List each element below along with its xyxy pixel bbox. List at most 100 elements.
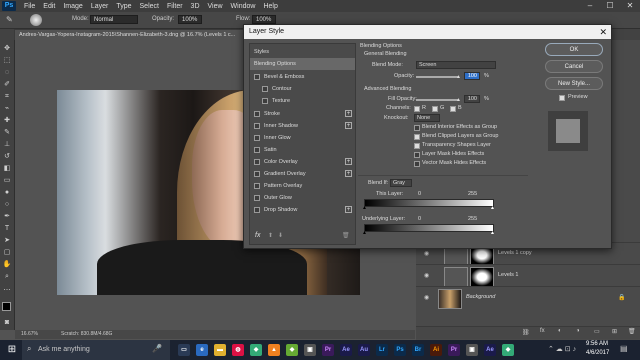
notifications-icon[interactable]: ▤ bbox=[620, 344, 628, 353]
layer-name[interactable]: Levels 1 copy bbox=[498, 250, 532, 256]
delete-layer-icon[interactable]: 🗑 bbox=[628, 328, 636, 335]
style-item-texture[interactable]: Texture bbox=[250, 95, 355, 107]
option-checkbox[interactable] bbox=[414, 134, 420, 140]
lightroom-icon[interactable]: Lr bbox=[376, 344, 388, 356]
style-checkbox[interactable] bbox=[254, 123, 260, 129]
dodge-tool-icon[interactable]: ○ bbox=[2, 200, 12, 209]
move-up-icon[interactable]: ⬆ bbox=[268, 232, 273, 239]
app-icon[interactable]: ◆ bbox=[502, 344, 514, 356]
layer-name[interactable]: Levels 1 bbox=[498, 272, 519, 278]
menu-help[interactable]: Help bbox=[263, 3, 277, 10]
knockout-select[interactable]: None bbox=[414, 114, 440, 122]
style-item-satin[interactable]: Satin bbox=[250, 144, 355, 156]
style-checkbox[interactable] bbox=[254, 207, 260, 213]
after-effects-icon[interactable]: Ae bbox=[340, 344, 352, 356]
brush-size-icon[interactable] bbox=[30, 14, 42, 26]
type-tool-icon[interactable]: T bbox=[2, 224, 12, 233]
add-style-plus-icon[interactable]: + bbox=[345, 110, 352, 117]
path-selection-tool-icon[interactable]: ➤ bbox=[2, 236, 12, 245]
file-explorer-icon[interactable]: ▬ bbox=[214, 344, 226, 356]
style-item-color-overlay[interactable]: Color Overlay + bbox=[250, 156, 355, 168]
zoom-tool-icon[interactable]: ⌕ bbox=[2, 272, 12, 281]
new-style-button[interactable]: New Style... bbox=[545, 77, 603, 90]
minimize-icon[interactable]: – bbox=[580, 0, 600, 12]
menu-file[interactable]: File bbox=[24, 3, 35, 10]
bridge-icon[interactable]: Br bbox=[412, 344, 424, 356]
white-point-handle-icon[interactable]: ▲ bbox=[490, 205, 495, 211]
style-item-drop-shadow[interactable]: Drop Shadow + bbox=[250, 204, 355, 216]
brush-tool-icon[interactable]: ✎ bbox=[2, 128, 12, 137]
move-tool-icon[interactable]: ✥ bbox=[2, 44, 12, 53]
menu-select[interactable]: Select bbox=[140, 3, 159, 10]
underlying-layer-gradient[interactable] bbox=[364, 224, 494, 232]
style-checkbox[interactable] bbox=[254, 183, 260, 189]
preview-checkbox[interactable] bbox=[559, 95, 565, 101]
task-view-icon[interactable]: ▭ bbox=[178, 344, 190, 356]
style-item-pattern-overlay[interactable]: Pattern Overlay bbox=[250, 180, 355, 192]
style-item-contour[interactable]: Contour bbox=[250, 83, 355, 95]
fill-opacity-field[interactable]: 100 bbox=[464, 95, 480, 103]
fill-opacity-slider[interactable] bbox=[416, 99, 458, 101]
style-checkbox[interactable] bbox=[254, 195, 260, 201]
visibility-eye-icon[interactable]: ◉ bbox=[424, 294, 429, 301]
menu-image[interactable]: Image bbox=[63, 3, 82, 10]
cancel-button[interactable]: Cancel bbox=[545, 60, 603, 73]
maximize-icon[interactable]: ☐ bbox=[600, 0, 620, 12]
mode-select[interactable]: Normal bbox=[90, 15, 138, 24]
opacity-input[interactable]: 100% bbox=[178, 15, 202, 24]
menu-layer[interactable]: Layer bbox=[91, 3, 109, 10]
menu-edit[interactable]: Edit bbox=[43, 3, 55, 10]
move-down-icon[interactable]: ⬇ bbox=[278, 232, 283, 239]
slider-handle-icon[interactable]: ▲ bbox=[456, 74, 461, 80]
flow-input[interactable]: 100% bbox=[252, 15, 276, 24]
style-item-inner-shadow[interactable]: Inner Shadow + bbox=[250, 120, 355, 132]
slider-handle-icon[interactable]: ▲ bbox=[456, 97, 461, 103]
menu-type[interactable]: Type bbox=[116, 3, 131, 10]
add-mask-icon[interactable]: ◐ bbox=[558, 328, 562, 334]
crop-tool-icon[interactable]: ⌗ bbox=[2, 92, 12, 101]
audition-icon[interactable]: Au bbox=[358, 344, 370, 356]
style-item-bevel-emboss[interactable]: Bevel & Emboss bbox=[250, 71, 355, 83]
close-window-icon[interactable]: ✕ bbox=[620, 0, 640, 12]
zoom-readout[interactable]: 16.67% bbox=[21, 330, 38, 339]
opacity-field[interactable]: 100 bbox=[464, 72, 480, 80]
layer-row[interactable]: ◉ Levels 1 bbox=[416, 264, 640, 287]
app-icon[interactable]: ▣ bbox=[304, 344, 316, 356]
blur-tool-icon[interactable]: ● bbox=[2, 188, 12, 197]
photoshop-taskbar-icon[interactable]: Ps bbox=[394, 344, 406, 356]
rectangle-tool-icon[interactable]: ▢ bbox=[2, 248, 12, 257]
style-checkbox[interactable] bbox=[262, 86, 268, 92]
hand-tool-icon[interactable]: ✋ bbox=[2, 260, 12, 269]
edge-browser-icon[interactable]: e bbox=[196, 344, 208, 356]
new-group-icon[interactable]: ▭ bbox=[594, 328, 600, 335]
blend-if-select[interactable]: Gray bbox=[390, 179, 412, 187]
style-checkbox[interactable] bbox=[254, 111, 260, 117]
style-checkbox[interactable] bbox=[262, 98, 268, 104]
blend-mode-select[interactable]: Screen bbox=[416, 61, 496, 69]
close-icon[interactable]: ✕ bbox=[599, 25, 607, 39]
fx-menu-icon[interactable]: fx bbox=[255, 232, 260, 239]
style-checkbox[interactable] bbox=[254, 135, 260, 141]
foreground-color-swatch[interactable] bbox=[2, 302, 11, 311]
style-item-blending-options[interactable]: Blending Options bbox=[250, 58, 355, 70]
premiere-icon[interactable]: Pr bbox=[448, 344, 460, 356]
clock-date[interactable]: 4/6/2017 bbox=[586, 350, 609, 356]
style-checkbox[interactable] bbox=[254, 74, 260, 80]
after-effects-icon[interactable]: Ae bbox=[484, 344, 496, 356]
app-icon[interactable]: ▣ bbox=[466, 344, 478, 356]
styles-header[interactable]: Styles bbox=[250, 46, 355, 58]
system-tray-icons[interactable]: ⌃ ☁ ⊡ ♪ bbox=[548, 345, 576, 353]
adjustment-layer-icon[interactable]: ◑ bbox=[576, 328, 580, 334]
style-item-gradient-overlay[interactable]: Gradient Overlay + bbox=[250, 168, 355, 180]
brush-tool-preset-icon[interactable]: ✎ bbox=[6, 15, 20, 25]
style-checkbox[interactable] bbox=[254, 147, 260, 153]
menu-window[interactable]: Window bbox=[231, 3, 256, 10]
layer-thumbnail[interactable] bbox=[438, 289, 462, 309]
add-style-plus-icon[interactable]: + bbox=[345, 170, 352, 177]
style-item-outer-glow[interactable]: Outer Glow bbox=[250, 192, 355, 204]
pen-tool-icon[interactable]: ✒ bbox=[2, 212, 12, 221]
add-style-plus-icon[interactable]: + bbox=[345, 122, 352, 129]
layer-name[interactable]: Background bbox=[466, 294, 495, 300]
clone-stamp-tool-icon[interactable]: ⊥ bbox=[2, 140, 12, 149]
lasso-tool-icon[interactable]: ◌ bbox=[2, 68, 12, 77]
